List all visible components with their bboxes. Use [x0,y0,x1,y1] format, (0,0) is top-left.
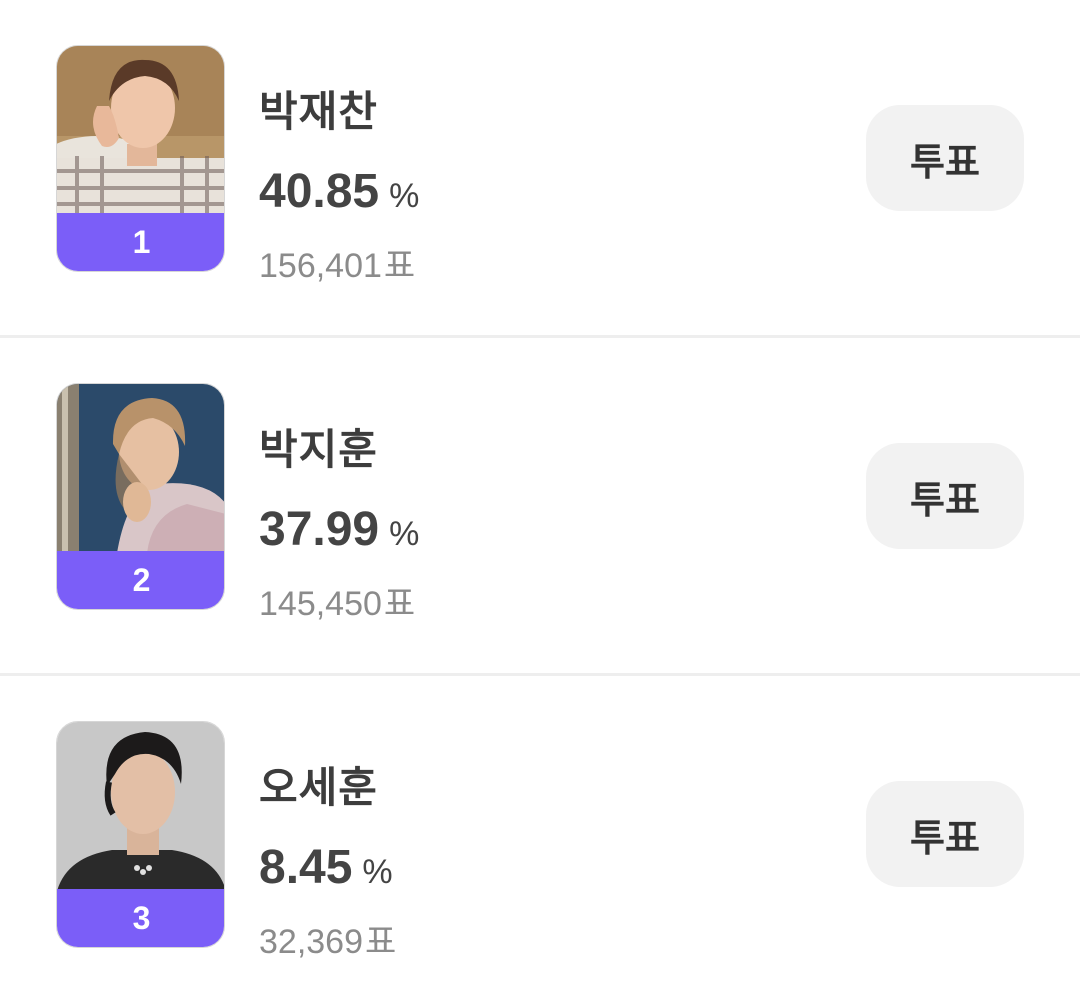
candidate-photo [57,722,224,891]
percent-sign: % [389,177,420,215]
candidate-row: 3 오세훈 8.45 % 32,369 표 투표 [0,676,1080,996]
vote-count-value: 156,401 [259,247,382,285]
vote-count-unit: 표 [383,584,416,624]
rank-badge: 3 [57,889,224,947]
percentage-value: 40.85 [259,165,380,218]
candidate-row: 2 박지훈 37.99 % 145,450 표 투표 [0,338,1080,676]
vote-percentage: 37.99 % [259,502,419,557]
rank-badge: 1 [57,213,224,271]
percentage-value: 8.45 [259,841,353,894]
vote-button[interactable]: 투표 [866,443,1024,549]
percent-sign: % [389,515,420,553]
candidate-thumbnail: 1 [56,45,225,272]
vote-button[interactable]: 투표 [866,105,1024,211]
candidate-name: 오세훈 [259,763,378,812]
vote-count: 156,401 표 [259,238,415,287]
percent-sign: % [362,853,393,891]
vote-count-value: 32,369 [259,923,363,961]
candidate-thumbnail: 2 [56,383,225,610]
candidate-photo [57,46,224,215]
vote-button[interactable]: 투표 [866,781,1024,887]
vote-count-value: 145,450 [259,585,382,623]
vote-percentage: 40.85 % [259,164,419,219]
vote-percentage: 8.45 % [259,840,393,895]
vote-count: 145,450 표 [259,576,415,625]
candidate-list: 1 박재찬 40.85 % 156,401 표 투표 2 박지훈 37.99 %… [0,0,1080,996]
candidate-photo [57,384,224,553]
candidate-name: 박재찬 [259,87,378,136]
rank-badge: 2 [57,551,224,609]
vote-count: 32,369 표 [259,914,396,963]
candidate-thumbnail: 3 [56,721,225,948]
candidate-row: 1 박재찬 40.85 % 156,401 표 투표 [0,0,1080,338]
vote-count-unit: 표 [365,922,397,962]
vote-count-unit: 표 [383,246,416,286]
percentage-value: 37.99 [259,503,380,556]
candidate-name: 박지훈 [259,425,378,474]
